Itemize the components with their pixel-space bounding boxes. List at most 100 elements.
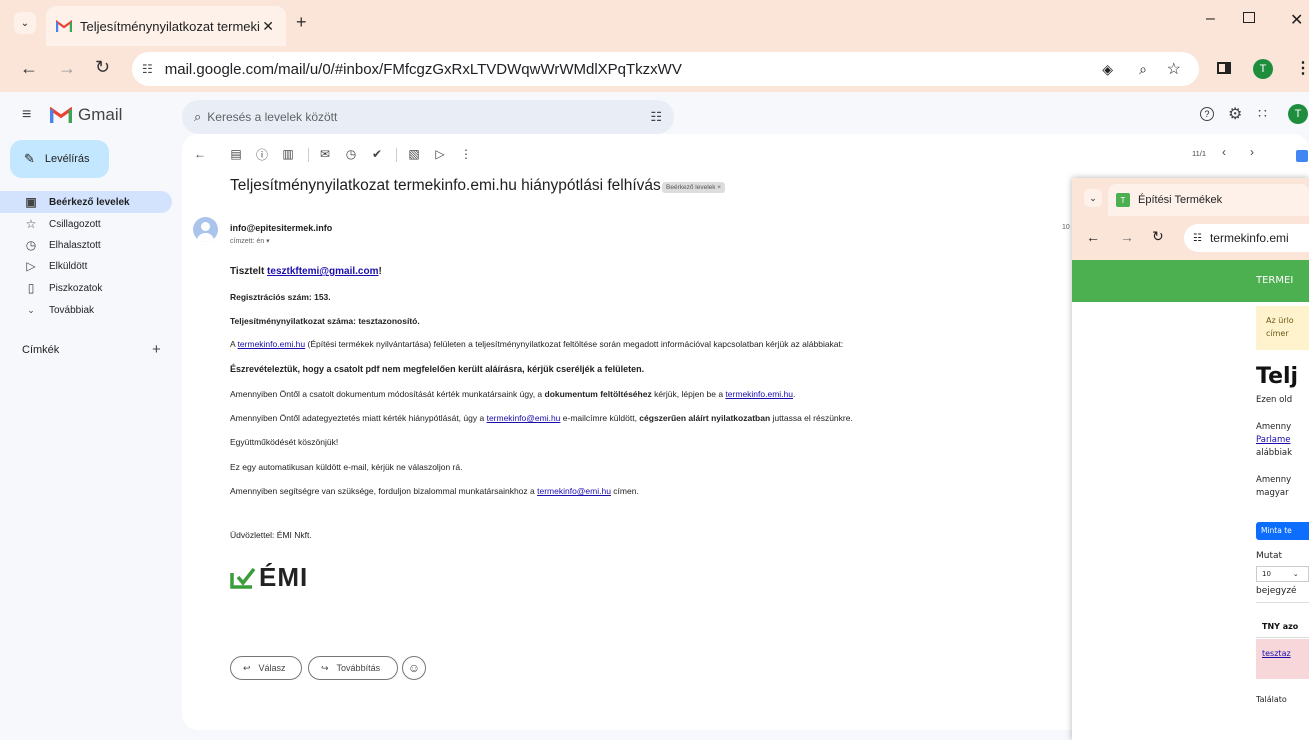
recipient-details[interactable]: címzett: én ▾	[230, 237, 270, 245]
help-icon[interactable]: ?	[1200, 107, 1214, 121]
popup-tab[interactable]: T Építési Termékek	[1108, 184, 1309, 216]
sidebar-item-sent[interactable]: ▷ Elküldött	[0, 255, 172, 277]
sidebar-item-more[interactable]: ⌄ Továbbiak	[0, 299, 172, 321]
url-text: mail.google.com/mail/u/0/#inbox/FMfcgzGx…	[164, 60, 682, 78]
back-arrow-icon[interactable]: ←	[192, 146, 208, 162]
archive-icon[interactable]: ▤	[228, 146, 244, 162]
reply-button[interactable]: ↩ Válasz	[230, 656, 302, 680]
reload-icon[interactable]: ↻	[95, 57, 110, 78]
main-menu-icon[interactable]: ≡	[22, 106, 31, 124]
search-input[interactable]: ⌕ Keresés a levelek között ☷	[182, 100, 674, 134]
emoji-reaction-button[interactable]: ☺	[402, 656, 426, 680]
label-icon[interactable]: ▷	[432, 146, 448, 162]
gear-icon[interactable]: ⚙	[1228, 104, 1242, 124]
forward-icon: ↪	[321, 662, 329, 673]
text-span: címen.	[610, 486, 639, 496]
restore-button[interactable]	[1243, 12, 1255, 23]
window-close-button[interactable]: ✕	[1290, 10, 1303, 30]
trash-icon[interactable]: ▥	[280, 146, 296, 162]
paragraph-upload: Amennyiben Öntől a csatolt dokumentum mó…	[230, 389, 795, 399]
greeting: Tisztelt tesztkftemi@gmail.com!	[230, 266, 382, 277]
tab-search-button[interactable]: ⌄	[1084, 189, 1102, 207]
para-line: Amenny	[1256, 475, 1292, 485]
clock-icon[interactable]: ◷	[343, 146, 359, 162]
mark-unread-icon[interactable]: ✉	[317, 146, 333, 162]
para-line: Amenny	[1256, 422, 1292, 432]
browser-menu-icon[interactable]: ⋮	[1295, 58, 1309, 78]
email-link[interactable]: termekinfo@emi.hu	[487, 413, 561, 423]
termekinfo-link[interactable]: termekinfo.emi.hu	[725, 389, 793, 399]
close-icon[interactable]: ✕	[262, 18, 274, 35]
site-favicon-icon: T	[1116, 193, 1130, 207]
sidebar-item-inbox[interactable]: ▣ Beérkező levelek	[0, 191, 172, 213]
compose-button[interactable]: ✎ Levélírás	[10, 140, 109, 178]
browser-tab-gmail[interactable]: Teljesítménynyilatkozat termeki ✕	[46, 6, 286, 46]
forward-arrow-icon[interactable]: →	[1120, 229, 1134, 245]
avatar-initial: T	[1259, 63, 1267, 75]
tab-search-button[interactable]: ⌄	[14, 12, 36, 34]
side-panel-icon[interactable]	[1217, 62, 1231, 74]
avatar[interactable]	[193, 217, 218, 242]
new-tab-button[interactable]: +	[296, 12, 307, 33]
email-link[interactable]: termekinfo@emi.hu	[537, 486, 611, 496]
browser-tab-bar: ⌄ Teljesítménynyilatkozat termeki ✕ + – …	[0, 0, 1309, 46]
tab-title: Teljesítménynyilatkozat termeki	[80, 18, 260, 34]
paragraph-help: Amennyiben segítségre van szüksége, ford…	[230, 486, 639, 496]
side-app-icon[interactable]	[1296, 150, 1308, 162]
zoom-icon[interactable]: ⌕	[1139, 61, 1147, 78]
para-line: magyar	[1256, 488, 1289, 498]
sender-address[interactable]: info@epitesitermek.info	[230, 223, 332, 233]
gmail-logo[interactable]: Gmail	[50, 105, 122, 125]
search-icon[interactable]: ⌕	[194, 109, 201, 125]
inbox-label-chip[interactable]: Beérkező levelek ×	[662, 182, 726, 193]
add-label-button[interactable]: +	[152, 341, 161, 358]
account-avatar[interactable]: T	[1288, 104, 1308, 124]
report-spam-icon[interactable]: ⓘ	[254, 146, 270, 162]
text-span: A	[230, 339, 238, 349]
address-bar[interactable]: ☷ mail.google.com/mail/u/0/#inbox/FMfcgz…	[132, 52, 1199, 86]
sidebar-item-snoozed[interactable]: ◷ Elhalasztott	[0, 234, 172, 256]
popup-url: termekinfo.emi	[1209, 231, 1289, 245]
sample-button[interactable]: Minta te	[1256, 522, 1309, 540]
page-size-select[interactable]: 10 ⌄	[1256, 566, 1309, 582]
table-row-link[interactable]: tesztaz	[1262, 649, 1291, 658]
registration-number: Regisztrációs szám: 153.	[230, 292, 331, 302]
sidebar-item-drafts[interactable]: ▯ Piszkozatok	[0, 277, 172, 299]
forward-arrow-icon[interactable]: →	[58, 58, 76, 79]
forward-button[interactable]: ↪ Továbbítás	[308, 656, 398, 680]
back-arrow-icon[interactable]: ←	[20, 58, 38, 79]
paragraph-reconcile: Amennyiben Öntől adategyeztetés miatt ké…	[230, 413, 853, 423]
page-title: Telj	[1256, 364, 1299, 389]
parliament-link[interactable]: Parlame	[1256, 435, 1291, 445]
sidebar-item-label: Beérkező levelek	[49, 196, 130, 208]
chevron-left-icon[interactable]: ‹	[1222, 145, 1226, 159]
send-icon: ▷	[26, 259, 36, 273]
more-vert-icon[interactable]: ⋮	[458, 146, 474, 162]
avatar[interactable]: T	[1253, 59, 1273, 79]
text-span: .	[793, 389, 796, 399]
move-to-icon[interactable]: ▧	[406, 146, 422, 162]
reload-icon[interactable]: ↻	[1152, 228, 1164, 245]
termekinfo-link[interactable]: termekinfo.emi.hu	[238, 339, 306, 349]
bookmark-star-icon[interactable]: ☆	[1167, 59, 1181, 79]
greeting-email-link[interactable]: tesztkftemi@gmail.com	[267, 266, 378, 277]
install-app-icon[interactable]: ◈	[1102, 61, 1113, 78]
back-arrow-icon[interactable]: ←	[1086, 229, 1100, 245]
add-task-icon[interactable]: ✔	[369, 146, 385, 162]
sidebar-item-starred[interactable]: ☆ Csillagozott	[0, 213, 172, 235]
paragraph-notice: Észrevételeztük, hogy a csatolt pdf nem …	[230, 364, 645, 374]
minimize-button[interactable]: –	[1206, 10, 1215, 28]
emi-logo-text: ÉMI	[259, 562, 309, 592]
apps-grid-icon[interactable]: ∷	[1258, 105, 1267, 122]
pencil-icon: ✎	[24, 151, 35, 166]
filter-options-icon[interactable]: ☷	[650, 109, 662, 125]
text-span: Amennyiben Öntől a csatolt dokumentum mó…	[230, 389, 545, 399]
popup-address-bar[interactable]: ☷ termekinfo.emi	[1184, 224, 1309, 252]
site-settings-icon[interactable]: ☷	[1193, 233, 1202, 244]
draft-icon: ▯	[27, 281, 35, 295]
chevron-right-icon[interactable]: ›	[1250, 145, 1254, 159]
site-settings-icon[interactable]: ☷	[142, 62, 153, 76]
greeting-prefix: Tisztelt	[230, 266, 268, 277]
table-header-cell[interactable]: TNY azo	[1262, 622, 1298, 631]
table-header	[1256, 602, 1309, 638]
